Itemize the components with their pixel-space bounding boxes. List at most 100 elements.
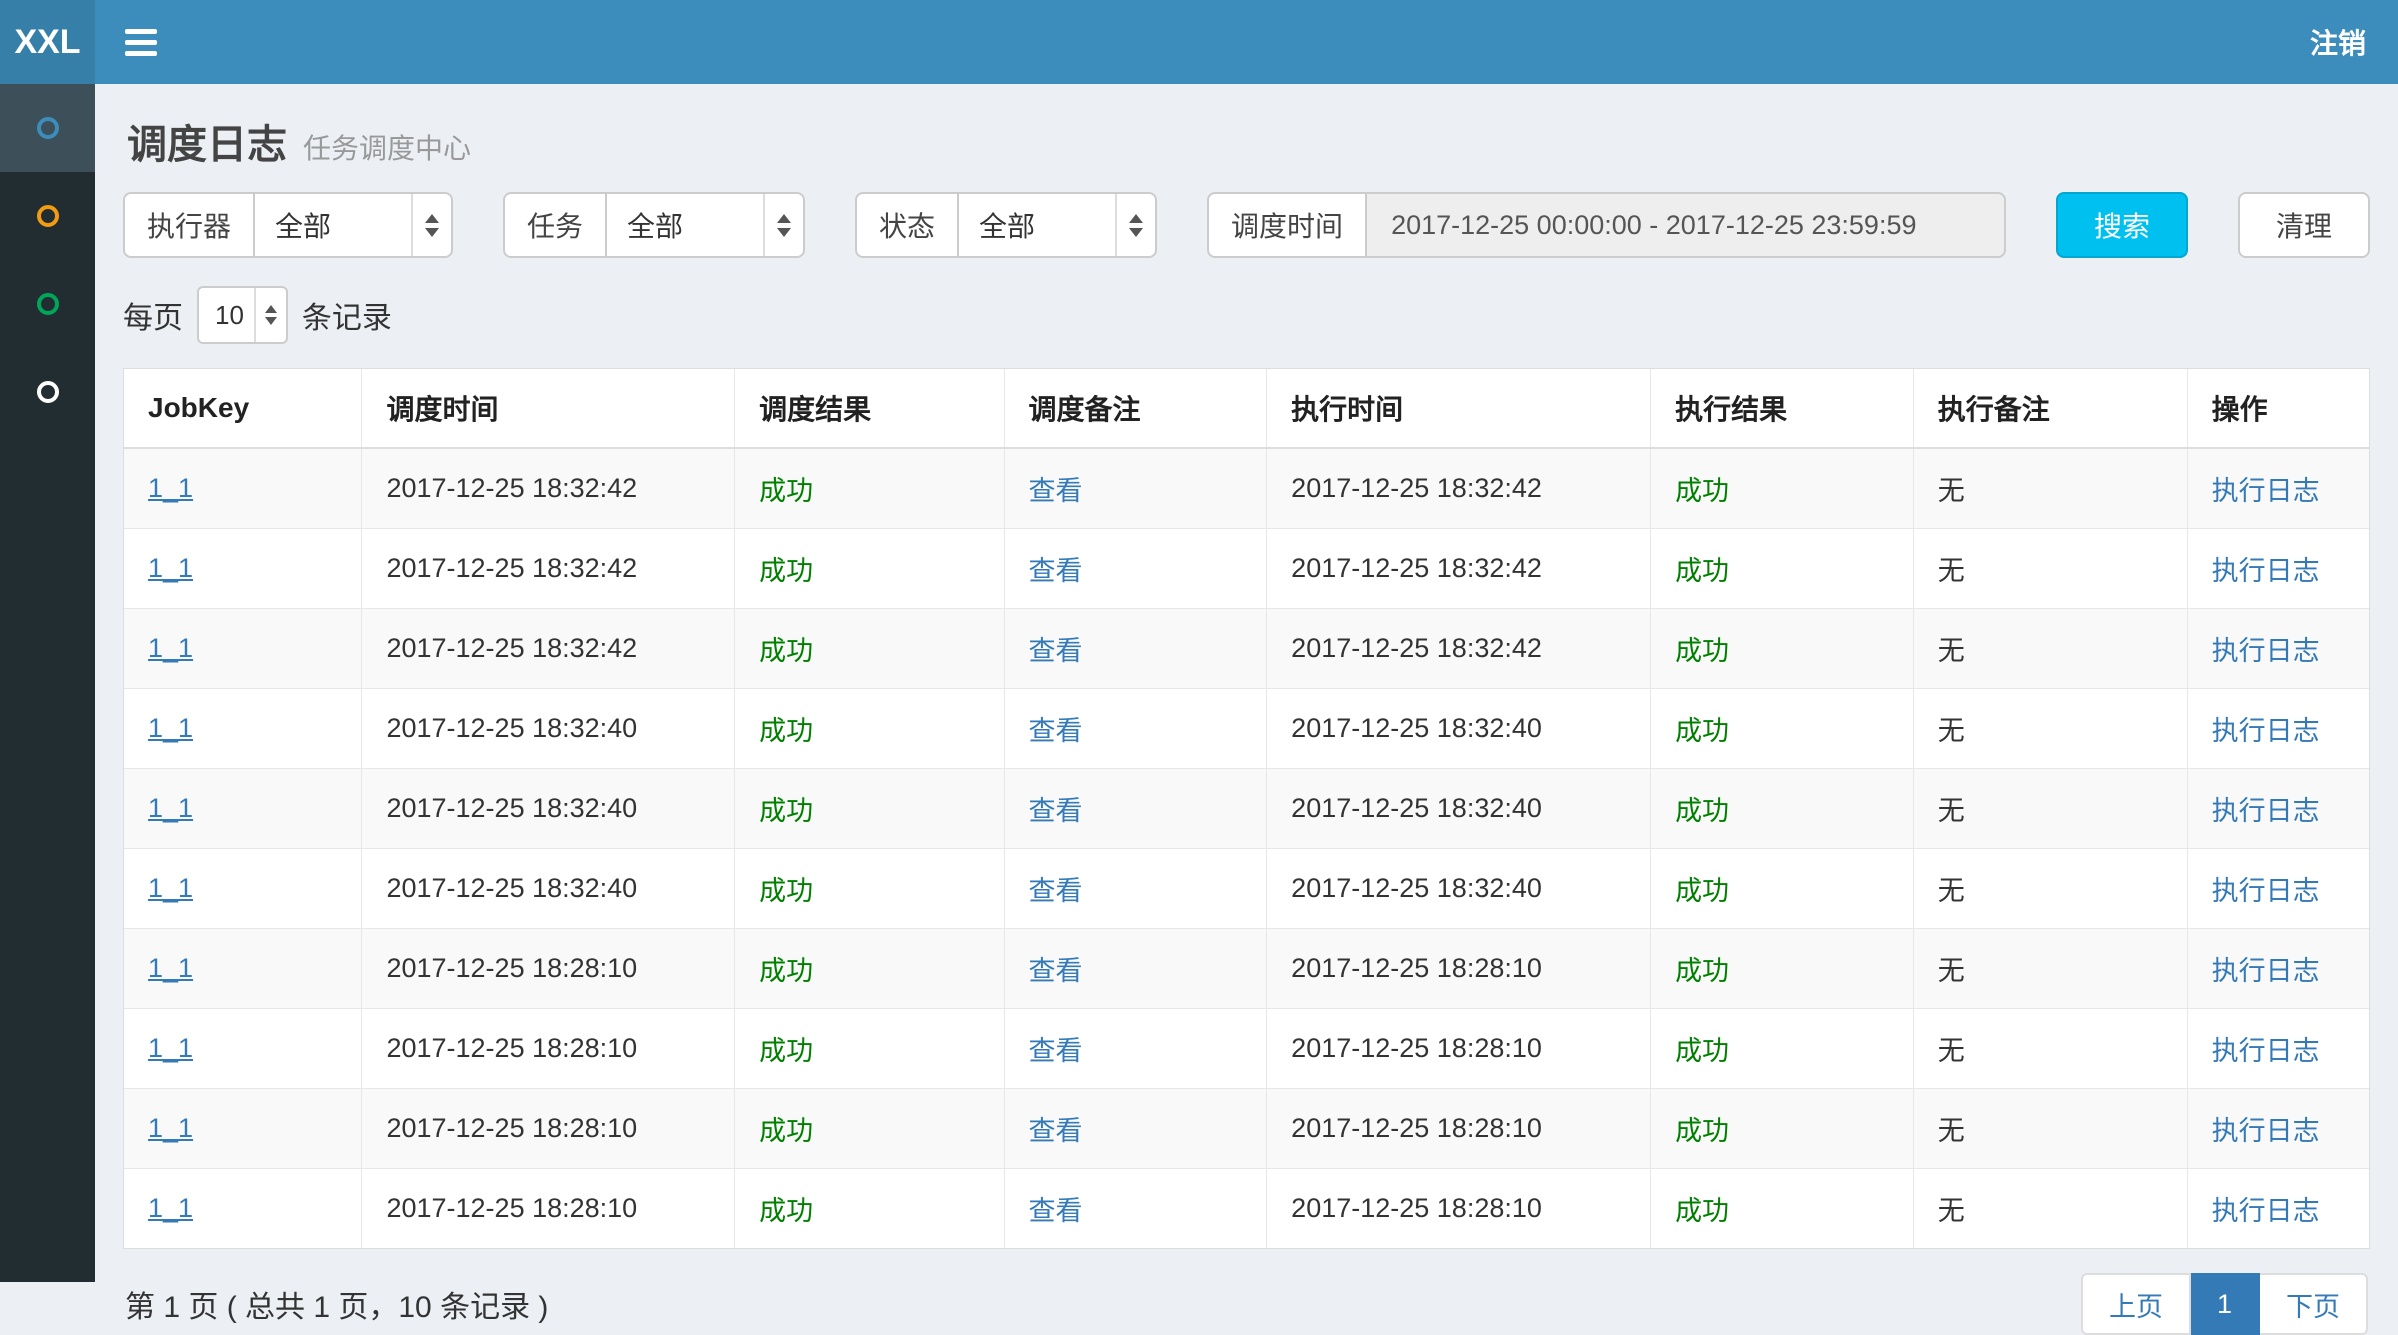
filter-bar: 执行器 全部 任务 全部 状态 全部 调度时间 2017-12-25 00:00… — [123, 192, 2370, 258]
trigger-msg-link[interactable]: 查看 — [1029, 476, 1083, 506]
action-log-link[interactable]: 执行日志 — [2212, 636, 2320, 666]
trigger-time-cell: 2017-12-25 18:32:40 — [362, 849, 735, 929]
app-logo[interactable]: XXL — [0, 0, 95, 84]
trigger-msg-link-cell: 查看 — [1004, 769, 1267, 849]
sidebar-item-4[interactable] — [0, 348, 95, 436]
col-header-jobkey: JobKey — [124, 369, 362, 448]
jobkey-link[interactable]: 1_1 — [148, 473, 193, 503]
trigger-time: 2017-12-25 18:32:42 — [386, 633, 637, 663]
handle-result-cell: 成功 — [1651, 1009, 1914, 1089]
status-select[interactable]: 全部 — [957, 192, 1157, 258]
handle-time-cell: 2017-12-25 18:28:10 — [1267, 1089, 1651, 1169]
action-log-link-cell: 执行日志 — [2187, 609, 2369, 689]
jobkey-link[interactable]: 1_1 — [148, 1113, 193, 1143]
clear-button[interactable]: 清理 — [2238, 192, 2370, 258]
handle-time: 2017-12-25 18:32:40 — [1291, 713, 1542, 743]
trigger-msg-link[interactable]: 查看 — [1029, 956, 1083, 986]
action-log-link[interactable]: 执行日志 — [2212, 716, 2320, 746]
updown-arrows-icon — [1115, 194, 1155, 256]
circle-o-icon — [37, 381, 59, 403]
logout-link[interactable]: 注销 — [2310, 22, 2366, 62]
trigger-time-range-input[interactable]: 2017-12-25 00:00:00 - 2017-12-25 23:59:5… — [1365, 192, 2006, 258]
action-log-link[interactable]: 执行日志 — [2212, 796, 2320, 826]
trigger-msg-link[interactable]: 查看 — [1029, 1116, 1083, 1146]
action-log-link[interactable]: 执行日志 — [2212, 476, 2320, 506]
col-header-trigger-result: 调度结果 — [735, 369, 1004, 448]
handle-time: 2017-12-25 18:32:42 — [1291, 633, 1542, 663]
trigger-result-cell: 成功 — [735, 1089, 1004, 1169]
trigger-result-cell: 成功 — [735, 929, 1004, 1009]
handle-time-cell: 2017-12-25 18:28:10 — [1267, 1009, 1651, 1089]
table-row: 1_12017-12-25 18:28:10成功查看2017-12-25 18:… — [124, 1089, 2369, 1169]
job-select[interactable]: 全部 — [605, 192, 805, 258]
table-row: 1_12017-12-25 18:32:42成功查看2017-12-25 18:… — [124, 529, 2369, 609]
action-log-link[interactable]: 执行日志 — [2212, 956, 2320, 986]
trigger-result-cell: 成功 — [735, 1009, 1004, 1089]
handle-time: 2017-12-25 18:32:40 — [1291, 793, 1542, 823]
jobkey-link[interactable]: 1_1 — [148, 953, 193, 983]
col-header-action: 操作 — [2187, 369, 2369, 448]
sidebar-item-3[interactable] — [0, 260, 95, 348]
action-log-link[interactable]: 执行日志 — [2212, 1116, 2320, 1146]
sidebar-item-1[interactable] — [0, 84, 95, 172]
handle-result: 成功 — [1675, 476, 1729, 506]
jobkey-link-cell: 1_1 — [124, 769, 362, 849]
action-log-link-cell: 执行日志 — [2187, 448, 2369, 529]
action-log-link-cell: 执行日志 — [2187, 689, 2369, 769]
trigger-msg-link[interactable]: 查看 — [1029, 636, 1083, 666]
handle-result: 成功 — [1675, 716, 1729, 746]
search-button[interactable]: 搜索 — [2056, 192, 2188, 258]
trigger-result: 成功 — [759, 476, 813, 506]
handle-time-cell: 2017-12-25 18:32:42 — [1267, 448, 1651, 529]
jobkey-link[interactable]: 1_1 — [148, 1033, 193, 1063]
handle-result-cell: 成功 — [1651, 448, 1914, 529]
table-row: 1_12017-12-25 18:28:10成功查看2017-12-25 18:… — [124, 929, 2369, 1009]
trigger-msg-link[interactable]: 查看 — [1029, 796, 1083, 826]
handle-msg: 无 — [1938, 876, 1965, 906]
trigger-time-filter-label: 调度时间 — [1207, 192, 1365, 258]
page-size-select[interactable]: 10 — [197, 286, 288, 344]
trigger-time-cell: 2017-12-25 18:28:10 — [362, 1169, 735, 1249]
jobkey-link[interactable]: 1_1 — [148, 1193, 193, 1223]
next-page-button[interactable]: 下页 — [2260, 1273, 2368, 1335]
sidebar-item-2[interactable] — [0, 172, 95, 260]
trigger-time-cell: 2017-12-25 18:32:40 — [362, 689, 735, 769]
table-row: 1_12017-12-25 18:32:40成功查看2017-12-25 18:… — [124, 849, 2369, 929]
trigger-msg-link[interactable]: 查看 — [1029, 1036, 1083, 1066]
trigger-msg-link[interactable]: 查看 — [1029, 876, 1083, 906]
sidebar-toggle-button[interactable] — [95, 0, 187, 84]
action-log-link[interactable]: 执行日志 — [2212, 876, 2320, 906]
col-header-trigger-time: 调度时间 — [362, 369, 735, 448]
handle-time-cell: 2017-12-25 18:32:40 — [1267, 689, 1651, 769]
trigger-time: 2017-12-25 18:32:42 — [386, 473, 637, 503]
trigger-time: 2017-12-25 18:28:10 — [386, 1193, 637, 1223]
current-page-button[interactable]: 1 — [2191, 1273, 2260, 1335]
jobkey-link[interactable]: 1_1 — [148, 633, 193, 663]
page-header: 调度日志 任务调度中心 — [123, 84, 2370, 192]
action-log-link[interactable]: 执行日志 — [2212, 1196, 2320, 1226]
trigger-msg-link[interactable]: 查看 — [1029, 716, 1083, 746]
jobkey-link[interactable]: 1_1 — [148, 793, 193, 823]
action-log-link-cell: 执行日志 — [2187, 1089, 2369, 1169]
prev-page-button[interactable]: 上页 — [2081, 1273, 2191, 1335]
trigger-msg-link[interactable]: 查看 — [1029, 1196, 1083, 1226]
trigger-time-cell: 2017-12-25 18:32:42 — [362, 529, 735, 609]
executor-select[interactable]: 全部 — [253, 192, 453, 258]
trigger-msg-link[interactable]: 查看 — [1029, 556, 1083, 586]
trigger-result: 成功 — [759, 1036, 813, 1066]
action-log-link[interactable]: 执行日志 — [2212, 1036, 2320, 1066]
handle-result-cell: 成功 — [1651, 769, 1914, 849]
jobkey-link[interactable]: 1_1 — [148, 713, 193, 743]
log-table: JobKey 调度时间 调度结果 调度备注 执行时间 执行结果 执行备注 操作 … — [124, 369, 2369, 1248]
jobkey-link[interactable]: 1_1 — [148, 553, 193, 583]
handle-result-cell: 成功 — [1651, 689, 1914, 769]
table-row: 1_1 2017-12-25 18:32:42 成功 查看 2017-12-25 18:… — [124, 448, 2369, 529]
action-log-link[interactable]: 执行日志 — [2212, 556, 2320, 586]
handle-result-cell: 成功 — [1651, 1089, 1914, 1169]
executor-filter-label: 执行器 — [123, 192, 253, 258]
trigger-msg-link-cell: 查看 — [1004, 849, 1267, 929]
handle-time: 2017-12-25 18:32:42 — [1291, 553, 1542, 583]
jobkey-link[interactable]: 1_1 — [148, 873, 193, 903]
job-filter-group: 任务 全部 — [503, 192, 805, 258]
action-log-link-cell: 执行日志 — [2187, 849, 2369, 929]
